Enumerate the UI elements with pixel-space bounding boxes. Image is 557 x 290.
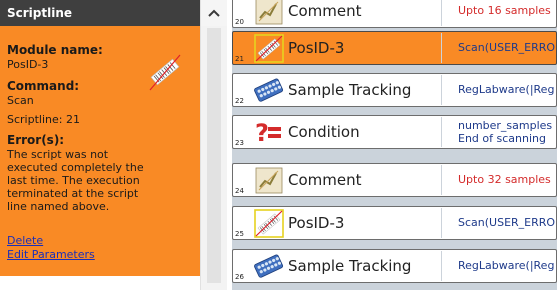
command-value: Scan	[7, 94, 34, 107]
panel-body: Module name: PosID-3 Command: Scan Scrip…	[0, 26, 200, 276]
row-parameter: Scan(USER_ERRO	[458, 41, 556, 54]
row-parameter: Scan(USER_ERRO	[458, 216, 556, 229]
script-row-selected[interactable]: 21 PosID-3 Scan(USER_ERRO	[232, 31, 557, 65]
row-parameter-line1: number_samples	[458, 119, 553, 132]
row-name: PosID-3	[288, 39, 345, 57]
row-name: Comment	[288, 2, 362, 20]
module-name-value: PosID-3	[7, 58, 49, 71]
script-row[interactable]: 23 ? Condition number_samples End of scan…	[232, 115, 557, 149]
errors-label: Error(s):	[7, 133, 65, 147]
row-parameter: Upto 16 samples	[458, 4, 551, 17]
rack-icon	[254, 78, 284, 102]
svg-text:?: ?	[255, 119, 269, 147]
row-name: Comment	[288, 171, 362, 189]
comment-icon	[255, 167, 283, 194]
script-list: 20 Comment Upto 16 samples 21 PosID-3 Sc…	[232, 0, 557, 290]
row-name: Sample Tracking	[288, 81, 412, 99]
row-number: 21	[235, 55, 244, 63]
error-message: The script was not executed completely t…	[7, 148, 144, 213]
row-divider	[441, 117, 442, 147]
barcode-scanner-icon	[149, 54, 181, 91]
row-number: 20	[235, 18, 244, 26]
row-name: Condition	[288, 123, 360, 141]
row-divider	[441, 0, 442, 26]
row-number: 26	[235, 273, 244, 281]
script-row[interactable]: 25 PosID-3 Scan(USER_ERRO	[232, 206, 557, 240]
scroll-up-button[interactable]	[201, 0, 227, 26]
script-row[interactable]: 26 Sample Tracking RegLabware(|Reg	[232, 249, 557, 283]
vertical-scrollbar[interactable]	[200, 0, 227, 290]
script-row[interactable]: 24 Comment Upto 32 samples	[232, 163, 557, 197]
script-row[interactable]: 22 Sample Tracking RegLabware(|Reg	[232, 73, 557, 107]
command-label: Command:	[7, 79, 80, 93]
module-name-label: Module name:	[7, 43, 103, 57]
row-number: 25	[235, 230, 244, 238]
row-number: 22	[235, 97, 244, 105]
row-parameter: RegLabware(|Reg	[458, 83, 555, 96]
chevron-up-icon	[208, 9, 220, 17]
row-name: Sample Tracking	[288, 257, 412, 275]
row-divider	[441, 251, 442, 281]
row-divider	[441, 33, 442, 63]
rack-icon	[254, 254, 284, 278]
barcode-scanner-icon	[254, 34, 284, 63]
panel-title: Scriptline	[0, 0, 200, 26]
row-divider	[441, 165, 442, 195]
row-parameter: RegLabware(|Reg	[458, 259, 555, 272]
row-parameter-line2: End of scanning	[458, 132, 546, 145]
scriptline-panel: Scriptline Module name: PosID-3 Command:…	[0, 0, 200, 290]
condition-icon: ?	[255, 119, 281, 147]
barcode-scanner-icon	[254, 209, 284, 238]
scriptline-number: Scriptline: 21	[7, 113, 80, 126]
comment-icon	[255, 0, 283, 25]
row-divider	[441, 75, 442, 105]
script-row[interactable]: 20 Comment Upto 16 samples	[232, 0, 557, 28]
row-name: PosID-3	[288, 214, 345, 232]
row-divider	[441, 208, 442, 238]
row-number: 24	[235, 187, 244, 195]
row-parameter: Upto 32 samples	[458, 173, 551, 186]
edit-parameters-link[interactable]: Edit Parameters	[7, 248, 95, 261]
row-parameter: number_samples End of scanning	[458, 119, 552, 151]
scroll-thumb[interactable]	[207, 28, 221, 283]
delete-link[interactable]: Delete	[7, 234, 43, 247]
row-number: 23	[235, 139, 244, 147]
